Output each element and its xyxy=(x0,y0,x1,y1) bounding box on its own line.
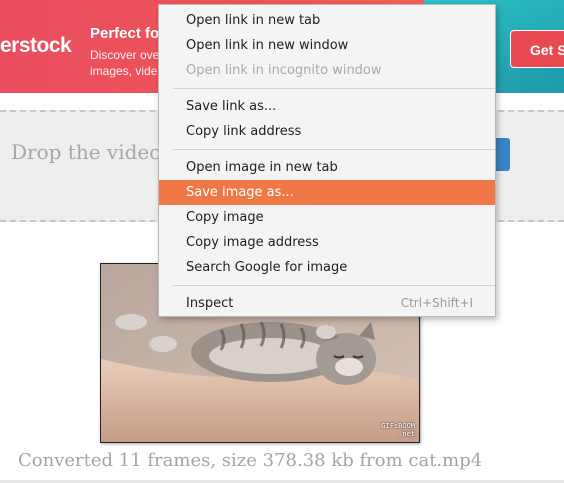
menu-item-copy-image[interactable]: Copy image xyxy=(159,205,495,230)
menu-separator xyxy=(173,149,495,150)
menu-item-open-link-new-tab[interactable]: Open link in new tab xyxy=(159,8,495,33)
menu-separator xyxy=(173,88,495,89)
drop-zone-text: Drop the video xyxy=(11,140,162,164)
menu-item-save-link-as[interactable]: Save link as... xyxy=(159,94,495,119)
menu-item-open-link-new-window[interactable]: Open link in new window xyxy=(159,33,495,58)
ad-subtext-line: Discover ove xyxy=(90,48,160,62)
ad-headline: Perfect fo xyxy=(90,25,160,42)
gif-watermark: GIFsBOOM .net xyxy=(381,422,415,438)
menu-item-open-image-new-tab[interactable]: Open image in new tab xyxy=(159,155,495,180)
gif-watermark-line: .net xyxy=(398,430,415,438)
ad-subtext: Discover ove images, vide xyxy=(90,47,159,79)
menu-item-save-image-as[interactable]: Save image as... xyxy=(159,180,495,205)
menu-item-copy-image-address[interactable]: Copy image address xyxy=(159,230,495,255)
ad-logo: erstock xyxy=(0,34,72,57)
ad-subtext-line: images, vide xyxy=(90,64,158,78)
ad-cta-button[interactable]: Get S xyxy=(510,30,564,68)
menu-item-shortcut: Ctrl+Shift+I xyxy=(400,296,473,310)
context-menu: Open link in new tab Open link in new wi… xyxy=(158,4,496,317)
menu-item-inspect[interactable]: Inspect Ctrl+Shift+I xyxy=(159,291,495,316)
conversion-status: Converted 11 frames, size 378.38 kb from… xyxy=(18,450,483,471)
menu-item-label: Inspect xyxy=(186,296,234,311)
menu-item-search-google-image[interactable]: Search Google for image xyxy=(159,255,495,280)
menu-item-open-link-incognito: Open link in incognito window xyxy=(186,63,382,78)
gif-watermark-line: GIFsBOOM xyxy=(381,422,415,430)
menu-separator xyxy=(173,285,495,286)
menu-item-copy-link-address[interactable]: Copy link address xyxy=(159,119,495,144)
